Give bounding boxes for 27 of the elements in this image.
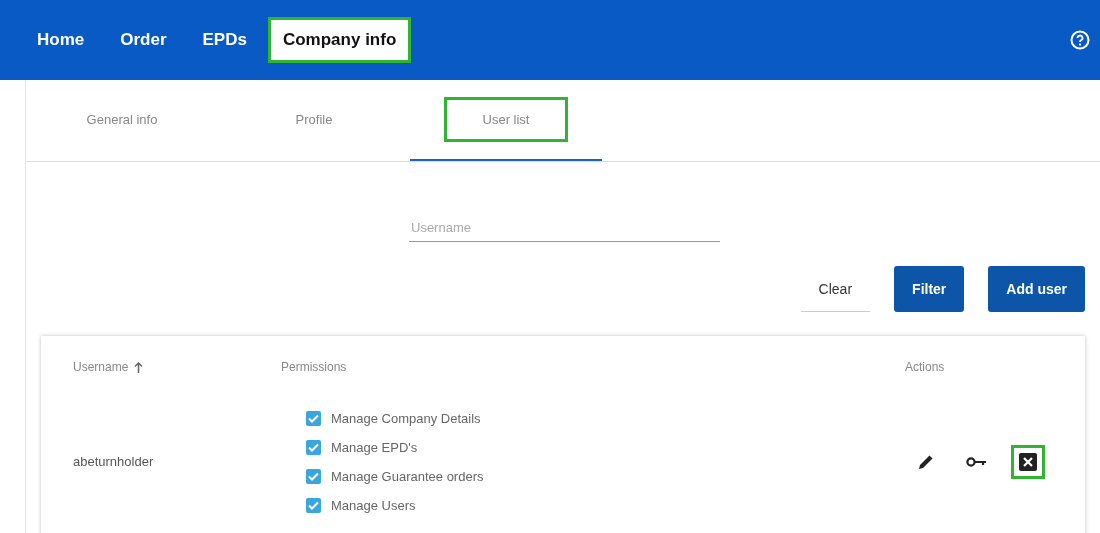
button[interactable]: Add user bbox=[988, 266, 1085, 312]
tab[interactable]: General info bbox=[26, 80, 218, 161]
nav-tab[interactable]: Home bbox=[22, 17, 100, 63]
key-icon bbox=[966, 454, 988, 469]
column-header[interactable]: Actions bbox=[905, 360, 945, 374]
nav-tab[interactable]: EPDs bbox=[187, 17, 262, 63]
sort-arrow-icon[interactable] bbox=[134, 361, 144, 373]
column-header[interactable]: Username bbox=[73, 360, 129, 374]
tab[interactable]: User list bbox=[410, 80, 602, 161]
help-icon[interactable] bbox=[1070, 30, 1090, 50]
username-cell-text: abeturnholder bbox=[72, 454, 155, 469]
checkbox[interactable] bbox=[306, 497, 321, 513]
tab[interactable]: Profile bbox=[218, 80, 410, 161]
nav-tab[interactable]: Order bbox=[105, 17, 182, 63]
permission-label: Manage EPD's bbox=[331, 439, 418, 455]
button[interactable]: Filter bbox=[894, 266, 965, 312]
permission-label: Manage Company Details bbox=[331, 410, 481, 426]
checkbox[interactable] bbox=[306, 439, 321, 455]
permission-label: Manage Users bbox=[331, 497, 416, 513]
username-field[interactable]: Username bbox=[409, 214, 720, 242]
delete-button[interactable] bbox=[1011, 444, 1045, 479]
permission-label: Manage Guarantee orders bbox=[331, 468, 484, 484]
checkbox[interactable] bbox=[306, 468, 321, 484]
nav-tab[interactable]: Company info bbox=[267, 17, 412, 63]
column-header[interactable]: Permissions bbox=[281, 360, 347, 374]
checkbox[interactable] bbox=[306, 410, 321, 426]
close-box-icon bbox=[1018, 451, 1038, 472]
